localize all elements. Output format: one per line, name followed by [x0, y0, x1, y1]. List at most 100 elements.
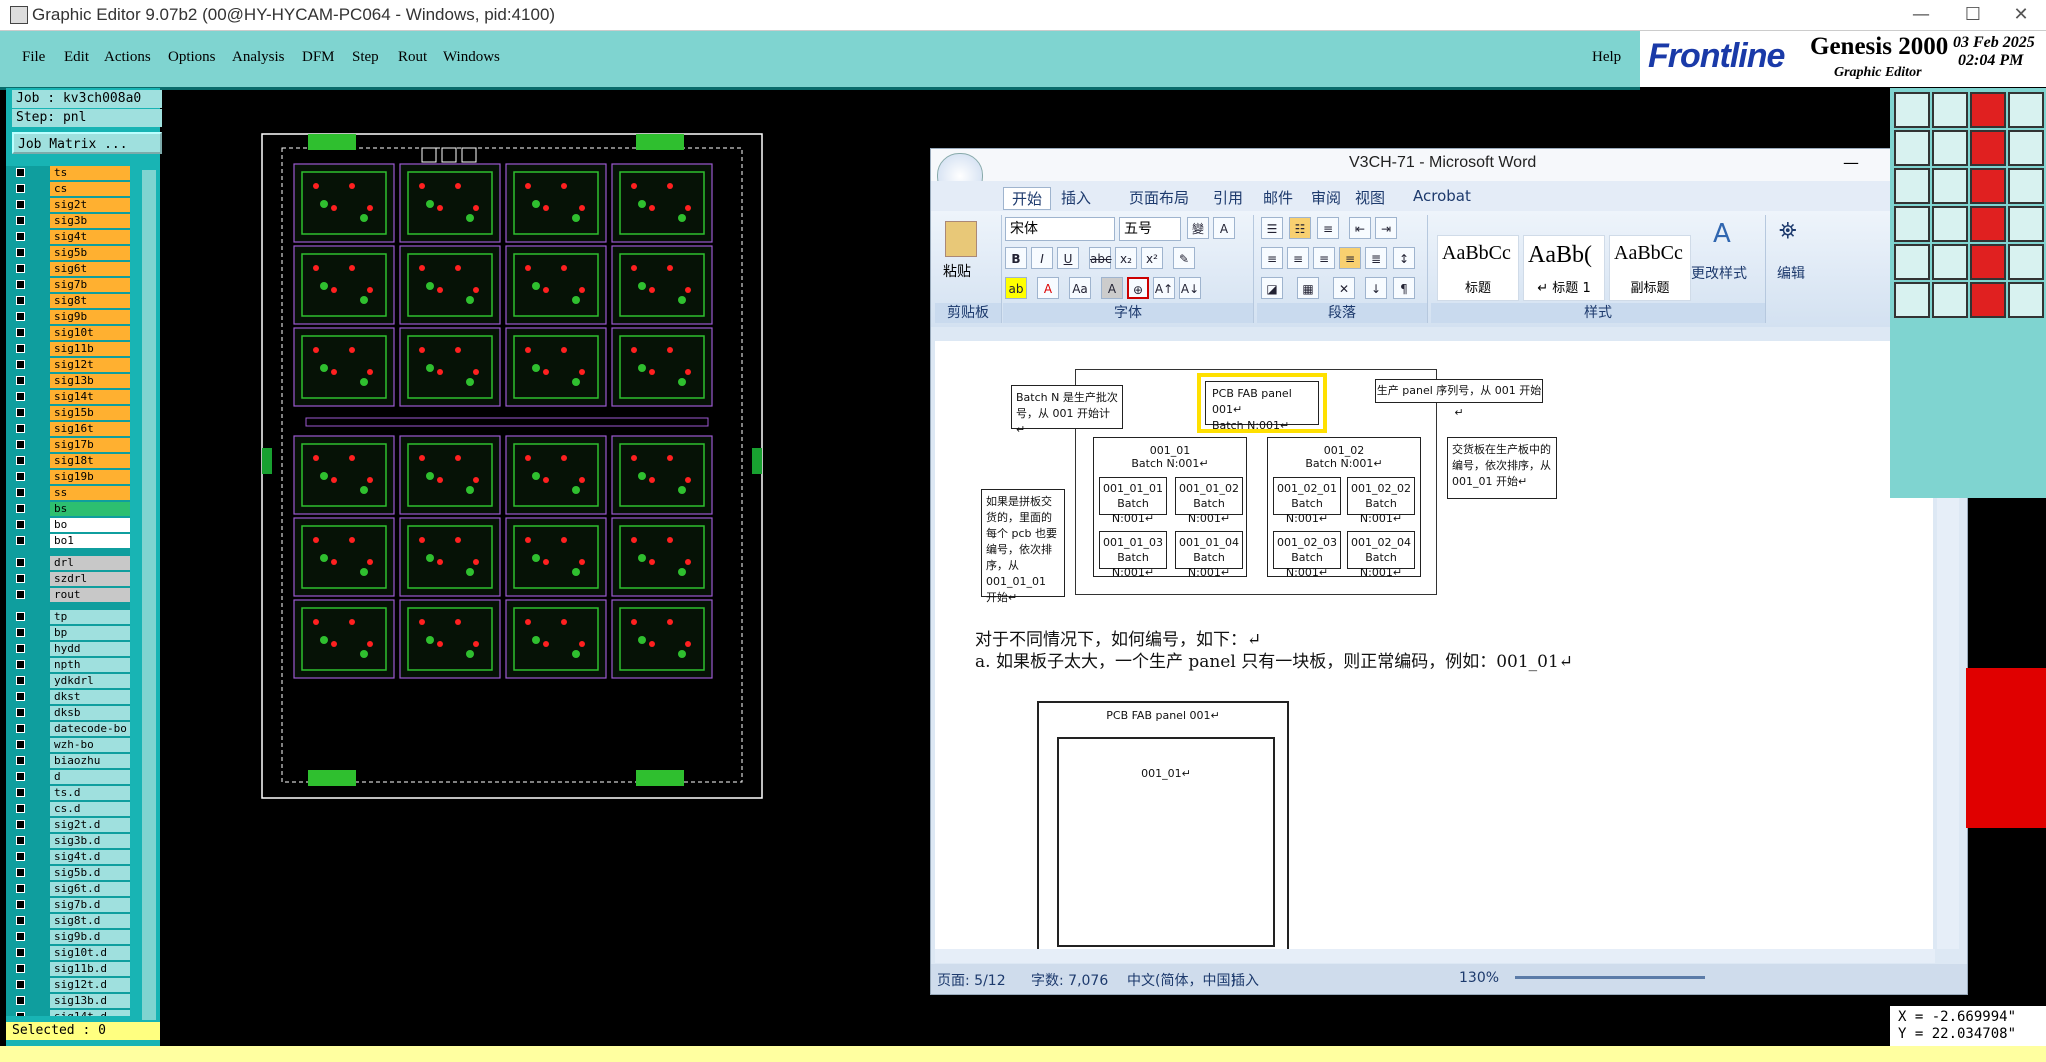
layer-row[interactable]: sig9b.d — [10, 930, 130, 944]
layer-name[interactable]: sig6t.d — [50, 882, 130, 896]
layer-checkbox[interactable] — [16, 964, 25, 973]
layer-checkbox[interactable] — [16, 376, 25, 385]
layer-name[interactable]: hydd — [50, 642, 130, 656]
help-icon[interactable] — [1932, 168, 1968, 204]
doc-horizontal-scrollbar[interactable] — [935, 949, 1935, 963]
layer-name[interactable]: sig14t.d — [50, 1010, 130, 1016]
document-area[interactable]: PCB FAB panel 001↵ Batch N:001↵ Batch N … — [935, 341, 1933, 949]
layer-name[interactable]: sig8t — [50, 294, 130, 308]
layer-name[interactable]: sig18t — [50, 454, 130, 468]
layer-row[interactable]: sig15b — [10, 406, 130, 420]
layer-checkbox[interactable] — [16, 772, 25, 781]
layer-name[interactable]: sig13b.d — [50, 994, 130, 1008]
close-button[interactable]: ✕ — [1998, 2, 2044, 28]
layer-name[interactable]: drl — [50, 556, 130, 570]
layer-checkbox[interactable] — [16, 676, 25, 685]
layer-row[interactable]: sig19b — [10, 470, 130, 484]
layer-name[interactable]: bo1 — [50, 534, 130, 548]
layer-checkbox[interactable] — [16, 328, 25, 337]
layer-checkbox[interactable] — [16, 472, 25, 481]
layer-name[interactable]: sig5b.d — [50, 866, 130, 880]
layer-checkbox[interactable] — [16, 820, 25, 829]
change-styles-label[interactable]: 更改样式 — [1691, 263, 1747, 283]
arrow-icon[interactable] — [1970, 206, 2006, 242]
layer-name[interactable]: bp — [50, 626, 130, 640]
layer-row[interactable]: sig13b.d — [10, 994, 130, 1008]
menu-file[interactable]: File — [22, 49, 45, 66]
clear-format-icon[interactable]: ✎ — [1173, 247, 1195, 269]
layer-name[interactable]: dksb — [50, 706, 130, 720]
layer-name[interactable]: sig11b — [50, 342, 130, 356]
justify-icon[interactable]: ≡ — [1339, 247, 1361, 269]
layer-checkbox[interactable] — [16, 868, 25, 877]
layer-name[interactable]: sig4t.d — [50, 850, 130, 864]
layer-row[interactable]: sig2t — [10, 198, 130, 212]
layer-row[interactable]: sig16t — [10, 422, 130, 436]
layer-name[interactable]: biaozhu — [50, 754, 130, 768]
status-page[interactable]: 页面: 5/12 — [937, 970, 1006, 990]
layer-row[interactable]: d — [10, 770, 130, 784]
bold-icon[interactable]: B — [1005, 247, 1027, 269]
flip-icon[interactable] — [2008, 168, 2044, 204]
text-icon[interactable] — [2008, 206, 2044, 242]
layer-row[interactable]: sig14t.d — [10, 1010, 130, 1016]
layer-row[interactable]: sig3b — [10, 214, 130, 228]
layer-checkbox[interactable] — [16, 232, 25, 241]
layer-row[interactable]: ts — [10, 166, 130, 180]
layers-icon[interactable] — [1970, 92, 2006, 128]
snap-icon[interactable] — [1894, 130, 1930, 166]
sort-icon[interactable]: ↓ — [1365, 277, 1387, 299]
layer-checkbox[interactable] — [16, 740, 25, 749]
grid-icon[interactable] — [2008, 244, 2044, 280]
style-subtitle[interactable]: AaBbCc 副标题 — [1609, 235, 1691, 301]
italic-icon[interactable]: I — [1031, 247, 1053, 269]
layer-checkbox[interactable] — [16, 756, 25, 765]
layer-checkbox[interactable] — [16, 996, 25, 1005]
layer-checkbox[interactable] — [16, 344, 25, 353]
layer-row[interactable]: hydd — [10, 642, 130, 656]
zoom-icon[interactable] — [1970, 244, 2006, 280]
layer-name[interactable]: datecode-bo — [50, 722, 130, 736]
layer-checkbox[interactable] — [16, 852, 25, 861]
paste-icon[interactable] — [945, 221, 977, 257]
cursor-icon[interactable] — [1970, 282, 2006, 318]
layer-name[interactable]: ss — [50, 486, 130, 500]
layer-row[interactable]: dksb — [10, 706, 130, 720]
ribbon-tab[interactable]: 插入 — [1061, 187, 1091, 208]
bullets-icon[interactable]: ☰ — [1261, 217, 1283, 239]
layer-checkbox[interactable] — [16, 660, 25, 669]
layer-row[interactable]: sig12t.d — [10, 978, 130, 992]
underline-icon[interactable]: U — [1057, 247, 1079, 269]
style-heading1[interactable]: AaBb( ↵ 标题 1 — [1523, 235, 1605, 301]
layer-name[interactable]: sig6t — [50, 262, 130, 276]
layer-checkbox[interactable] — [16, 558, 25, 567]
layer-checkbox[interactable] — [16, 900, 25, 909]
layer-row[interactable]: bp — [10, 626, 130, 640]
layer-checkbox[interactable] — [16, 724, 25, 733]
ribbon-tab[interactable]: 开始 — [1003, 187, 1052, 210]
layer-row[interactable]: sig13b — [10, 374, 130, 388]
layer-row[interactable]: sig3b.d — [10, 834, 130, 848]
enclose-char-icon[interactable]: ⊕ — [1127, 277, 1149, 299]
layer-checkbox[interactable] — [16, 574, 25, 583]
multilevel-icon[interactable]: ≡ — [1317, 217, 1339, 239]
zoom-slider[interactable] — [1515, 976, 1705, 979]
menu-rout[interactable]: Rout — [398, 49, 427, 66]
curve-icon[interactable] — [1894, 244, 1930, 280]
subscript-icon[interactable]: x₂ — [1115, 247, 1137, 269]
layer-name[interactable]: cs.d — [50, 802, 130, 816]
layer-name[interactable]: ydkdrl — [50, 674, 130, 688]
layer-row[interactable]: wzh-bo — [10, 738, 130, 752]
layer-row[interactable]: ss — [10, 486, 130, 500]
window-icon[interactable] — [2008, 92, 2044, 128]
layer-checkbox[interactable] — [16, 296, 25, 305]
layer-row[interactable]: datecode-bo — [10, 722, 130, 736]
layer-checkbox[interactable] — [16, 916, 25, 925]
layer-checkbox[interactable] — [16, 424, 25, 433]
layer-checkbox[interactable] — [16, 932, 25, 941]
layer-name[interactable]: sig5b — [50, 246, 130, 260]
paste-label[interactable]: 粘贴 — [943, 261, 971, 281]
layer-name[interactable]: bs — [50, 502, 130, 516]
layer-checkbox[interactable] — [16, 788, 25, 797]
layer-row[interactable]: biaozhu — [10, 754, 130, 768]
